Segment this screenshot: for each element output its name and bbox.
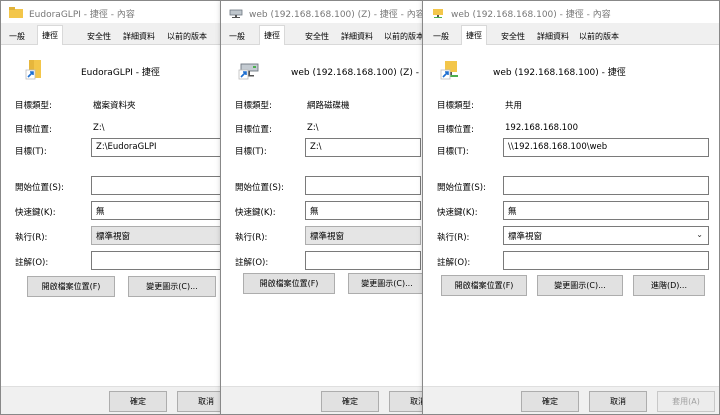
title-bar[interactable]: web (192.168.168.100) - 捷徑 - 內容: [423, 1, 719, 23]
folder-shortcut-icon: [23, 57, 47, 81]
run-select[interactable]: 標準視窗 ⌄: [503, 226, 709, 245]
dialog-footer: 確定 取消 套用(A): [423, 386, 719, 414]
start-in-label: 開始位置(S):: [235, 183, 284, 193]
title-bar[interactable]: EudoraGLPI - 捷徑 - 內容: [1, 1, 231, 23]
run-select[interactable]: 標準視窗: [91, 226, 231, 245]
network-drive-title-icon: [229, 7, 243, 21]
run-select-value: 標準視窗: [310, 232, 345, 242]
tab-bar: 一般 捷徑 安全性 詳細資料 以前的版本: [1, 23, 231, 46]
cancel-button[interactable]: 取消: [589, 391, 647, 412]
target-label: 目標(T):: [15, 147, 47, 157]
start-in-label: 開始位置(S):: [437, 183, 486, 193]
network-share-shortcut-icon: [439, 57, 463, 81]
tab-shortcut[interactable]: 捷徑: [37, 25, 63, 46]
comment-label: 註解(O):: [437, 258, 471, 268]
properties-dialog-eudoraglpi: EudoraGLPI - 捷徑 - 內容 一般 捷徑 安全性 詳細資料 以前的版…: [0, 0, 232, 415]
tab-general[interactable]: 一般: [429, 29, 453, 45]
tab-details[interactable]: 詳細資料: [533, 29, 573, 45]
run-select-value: 標準視窗: [508, 232, 543, 242]
target-field[interactable]: Z:\EudoraGLPI: [91, 138, 231, 157]
change-icon-button[interactable]: 變更圖示(C)...: [128, 276, 216, 297]
target-field[interactable]: \\192.168.168.100\web: [503, 138, 709, 157]
start-in-field[interactable]: [503, 176, 709, 195]
target-location-value: Z:\: [307, 123, 319, 133]
shortcut-key-label: 快速鍵(K):: [235, 208, 276, 218]
start-in-field[interactable]: [305, 176, 421, 195]
tab-details[interactable]: 詳細資料: [337, 29, 377, 45]
target-type-value: 檔案資料夾: [93, 101, 136, 111]
run-select-value: 標準視窗: [96, 232, 131, 242]
comment-label: 註解(O):: [15, 258, 49, 268]
tab-security[interactable]: 安全性: [497, 29, 529, 45]
start-in-field[interactable]: [91, 176, 231, 195]
shortcut-key-field[interactable]: 無: [503, 201, 709, 220]
target-location-value: Z:\: [93, 123, 105, 133]
target-location-value: 192.168.168.100: [505, 123, 579, 133]
title-bar[interactable]: web (192.168.168.100) (Z) - 捷徑 - 內容: [221, 1, 429, 23]
comment-field[interactable]: [91, 251, 231, 270]
tab-shortcut[interactable]: 捷徑: [259, 25, 285, 46]
run-label: 執行(R):: [235, 233, 268, 243]
comment-field[interactable]: [503, 251, 709, 270]
run-label: 執行(R):: [437, 233, 470, 243]
dialog-footer: 確定 取消: [221, 386, 429, 414]
target-location-label: 目標位置:: [15, 125, 52, 135]
shortcut-name: web (192.168.168.100) (Z) - 捷徑: [291, 68, 430, 78]
properties-dialog-network-share: web (192.168.168.100) - 捷徑 - 內容 一般 捷徑 安全…: [422, 0, 720, 415]
shortcut-key-label: 快速鍵(K):: [15, 208, 56, 218]
target-location-label: 目標位置:: [437, 125, 474, 135]
ok-button[interactable]: 確定: [321, 391, 379, 412]
run-select[interactable]: 標準視窗: [305, 226, 421, 245]
ok-button[interactable]: 確定: [521, 391, 579, 412]
window-title: web (192.168.168.100) - 捷徑 - 內容: [451, 10, 611, 20]
chevron-down-icon: ⌄: [696, 230, 703, 239]
tab-details[interactable]: 詳細資料: [119, 29, 159, 45]
window-title: web (192.168.168.100) (Z) - 捷徑 - 內容: [249, 10, 425, 20]
target-type-label: 目標類型:: [15, 101, 52, 111]
window-title: EudoraGLPI - 捷徑 - 內容: [29, 10, 135, 20]
tab-previous-versions[interactable]: 以前的版本: [163, 29, 211, 45]
properties-dialog-network-drive: web (192.168.168.100) (Z) - 捷徑 - 內容 一般 捷…: [220, 0, 430, 415]
target-type-label: 目標類型:: [437, 101, 474, 111]
target-field[interactable]: Z:\: [305, 138, 421, 157]
tab-shortcut[interactable]: 捷徑: [461, 25, 487, 46]
dialog-footer: 確定 取消: [1, 386, 231, 414]
start-in-label: 開始位置(S):: [15, 183, 64, 193]
tab-previous-versions[interactable]: 以前的版本: [380, 29, 428, 45]
change-icon-button[interactable]: 變更圖示(C)...: [348, 273, 426, 294]
tab-general[interactable]: 一般: [5, 29, 29, 45]
tab-bar: 一般 捷徑 安全性 詳細資料 以前的版本: [221, 23, 429, 46]
tab-security[interactable]: 安全性: [301, 29, 333, 45]
ok-button[interactable]: 確定: [109, 391, 167, 412]
network-drive-shortcut-icon: [237, 57, 261, 81]
network-share-title-icon: [431, 7, 445, 21]
run-label: 執行(R):: [15, 233, 48, 243]
target-location-label: 目標位置:: [235, 125, 272, 135]
shortcut-name: web (192.168.168.100) - 捷徑: [493, 68, 626, 78]
target-type-value: 網路磁碟機: [307, 101, 350, 111]
tab-bar: 一般 捷徑 安全性 詳細資料 以前的版本: [423, 23, 719, 46]
advanced-button[interactable]: 進階(D)...: [633, 275, 705, 296]
open-file-location-button[interactable]: 開啟檔案位置(F): [441, 275, 527, 296]
target-label: 目標(T):: [235, 147, 267, 157]
apply-button[interactable]: 套用(A): [657, 391, 715, 412]
folder-shortcut-title-icon: [9, 7, 23, 21]
tab-general[interactable]: 一般: [225, 29, 249, 45]
shortcut-name: EudoraGLPI - 捷徑: [81, 68, 160, 78]
target-type-label: 目標類型:: [235, 101, 272, 111]
comment-label: 註解(O):: [235, 258, 269, 268]
shortcut-key-field[interactable]: 無: [91, 201, 231, 220]
open-file-location-button[interactable]: 開啟檔案位置(F): [243, 273, 335, 294]
tab-previous-versions[interactable]: 以前的版本: [575, 29, 623, 45]
target-type-value: 共用: [505, 101, 523, 111]
target-label: 目標(T):: [437, 147, 469, 157]
open-file-location-button[interactable]: 開啟檔案位置(F): [27, 276, 115, 297]
shortcut-key-label: 快速鍵(K):: [437, 208, 478, 218]
comment-field[interactable]: [305, 251, 421, 270]
tab-security[interactable]: 安全性: [83, 29, 115, 45]
shortcut-key-field[interactable]: 無: [305, 201, 421, 220]
change-icon-button[interactable]: 變更圖示(C)...: [537, 275, 623, 296]
